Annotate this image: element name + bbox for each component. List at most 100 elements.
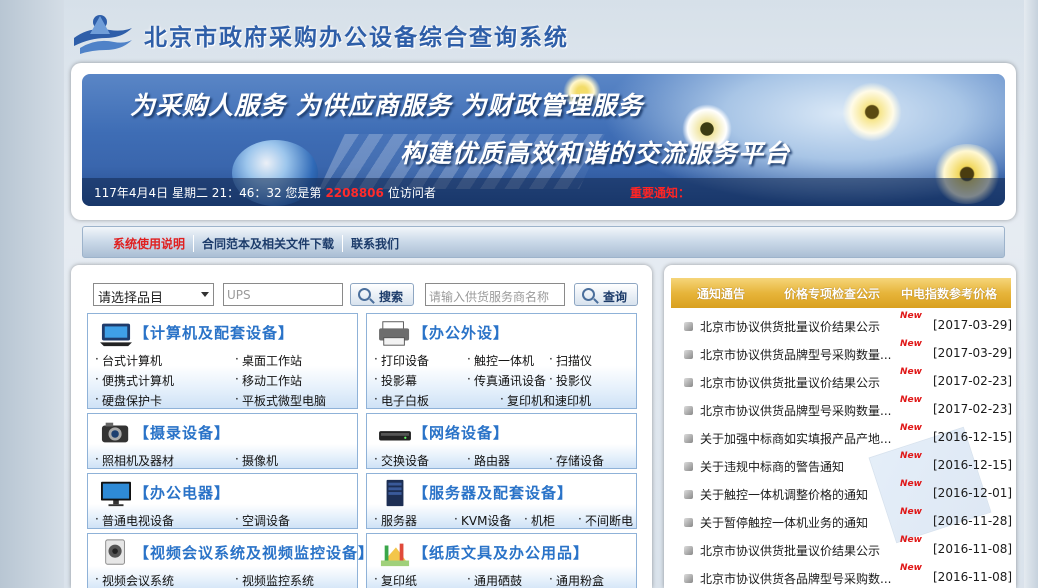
bullet-dot-icon: · <box>374 392 378 406</box>
news-item[interactable]: 北京市协议供货批量议价结果公示 New [2016-11-08] <box>684 535 1012 562</box>
bullet-dot-icon: · <box>467 352 471 366</box>
flower-graphic <box>842 82 902 142</box>
category-link[interactable]: · 通用硒鼓 <box>467 572 522 588</box>
category-link-label: 服务器 <box>381 514 418 528</box>
news-item[interactable]: 北京市协议供货各品牌型号采购数... New [2016-11-08] <box>684 563 1012 588</box>
bullet-dot-icon: · <box>467 372 471 386</box>
category-title[interactable]: 【纸质文具及办公用品】 <box>413 542 589 563</box>
category-card: 【服务器及配套设备】 · 服务器 · KVM设备 · 机柜 · 不间断电 <box>366 473 637 529</box>
news-item[interactable]: 关于违规中标商的警告通知 New [2016-12-15] <box>684 451 1012 478</box>
news-title: 关于加强中标商如实填报产品产地... <box>700 432 892 446</box>
category-card: 【办公外设】 · 打印设备 · 触控一体机 · 扫描仪 · 投影幕 · 传真通讯设备 · 投影仪 · 电子白… <box>366 313 637 409</box>
category-link[interactable]: · 服务器 <box>374 512 418 529</box>
category-link[interactable]: · KVM设备 <box>454 512 511 529</box>
search-button[interactable]: 搜索 <box>350 283 414 306</box>
category-link[interactable]: · 移动工作站 <box>235 372 302 389</box>
category-link[interactable]: · 打印设备 <box>374 352 430 369</box>
news-item[interactable]: 北京市协议供货批量议价结果公示 New [2017-03-29] <box>684 311 1012 338</box>
category-link[interactable]: · 传真通讯设备 <box>467 372 546 389</box>
category-link[interactable]: · 照相机及器材 <box>95 452 174 469</box>
category-title[interactable]: 【摄录设备】 <box>134 422 230 443</box>
category-link-label: 复印机和速印机 <box>507 394 592 408</box>
category-select[interactable]: 请选择品目 <box>93 283 214 306</box>
new-badge: New <box>900 479 922 489</box>
category-link[interactable]: · 桌面工作站 <box>235 352 302 369</box>
bullet-icon <box>684 546 693 555</box>
category-link[interactable]: · 复印机和速印机 <box>500 392 592 409</box>
category-link[interactable]: · 扫描仪 <box>549 352 592 369</box>
category-link[interactable]: · 台式计算机 <box>95 352 162 369</box>
category-link-label: 机柜 <box>531 514 556 528</box>
nav-items: 系统使用说明 合同范本及相关文件下载 联系我们 <box>105 235 407 252</box>
news-item[interactable]: 关于加强中标商如实填报产品产地... New [2016-12-15] <box>684 423 1012 450</box>
bullet-icon <box>684 350 693 359</box>
category-link-label: 交换设备 <box>381 454 430 468</box>
category-title[interactable]: 【办公电器】 <box>134 482 230 503</box>
category-card: 【纸质文具及办公用品】 · 复印纸 · 通用硒鼓 · 通用粉盒 <box>366 533 637 588</box>
visitor-suffix: 位访问者 <box>387 186 436 200</box>
category-card: 【办公电器】 · 普通电视设备 · 空调设备 <box>87 473 358 529</box>
category-link[interactable]: · 视频监控系统 <box>235 572 314 588</box>
category-link[interactable]: · 触控一体机 <box>467 352 534 369</box>
category-link[interactable]: · 平板式微型电脑 <box>235 392 326 409</box>
news-title: 北京市协议供货品牌型号采购数量... <box>700 404 892 418</box>
category-select-value: 请选择品目 <box>98 291 164 306</box>
category-title[interactable]: 【网络设备】 <box>413 422 509 443</box>
category-link[interactable]: · 便携式计算机 <box>95 372 174 389</box>
news-item[interactable]: 北京市协议供货批量议价结果公示 New [2017-02-23] <box>684 367 1012 394</box>
keyword-input[interactable]: UPS <box>223 283 343 306</box>
category-link[interactable]: · 不间断电 <box>578 512 633 529</box>
query-button[interactable]: 查询 <box>574 283 638 306</box>
category-link[interactable]: · 投影幕 <box>374 372 417 389</box>
category-link-label: 路由器 <box>474 454 511 468</box>
top-nav-bar: 系统使用说明 合同范本及相关文件下载 联系我们 <box>82 226 1005 258</box>
category-link[interactable]: · 电子白板 <box>374 392 429 409</box>
new-badge: New <box>900 311 922 321</box>
category-link[interactable]: · 机柜 <box>524 512 556 529</box>
news-item[interactable]: 北京市协议供货品牌型号采购数量... New [2017-03-29] <box>684 339 1012 366</box>
category-title[interactable]: 【服务器及配套设备】 <box>413 482 573 503</box>
category-title[interactable]: 【办公外设】 <box>413 322 509 343</box>
news-item[interactable]: 北京市协议供货品牌型号采购数量... New [2017-02-23] <box>684 395 1012 422</box>
category-link[interactable]: · 视频会议系统 <box>95 572 174 588</box>
new-badge: New <box>900 395 922 405</box>
nav-item-usage-guide[interactable]: 系统使用说明 <box>105 235 193 252</box>
category-link[interactable]: · 通用粉盒 <box>549 572 604 588</box>
category-link[interactable]: · 空调设备 <box>235 512 291 529</box>
category-link[interactable]: · 硬盘保护卡 <box>95 392 162 409</box>
bullet-dot-icon: · <box>95 352 99 366</box>
bullet-dot-icon: · <box>235 572 239 586</box>
news-item[interactable]: 关于暂停触控一体机业务的通知 New [2016-11-28] <box>684 507 1012 534</box>
supplier-name-input[interactable]: 请输入供货服务商名称 <box>425 283 565 306</box>
bullet-dot-icon: · <box>95 452 99 466</box>
news-item[interactable]: 关于触控一体机调整价格的通知 New [2016-12-01] <box>684 479 1012 506</box>
category-link[interactable]: · 投影仪 <box>549 372 592 389</box>
banner-slogan-2: 构建优质高效和谐的交流服务平台 <box>400 139 791 168</box>
category-link[interactable]: · 存储设备 <box>549 452 604 469</box>
category-link[interactable]: · 交换设备 <box>374 452 430 469</box>
nav-item-contract-download[interactable]: 合同范本及相关文件下载 <box>193 235 342 252</box>
news-date: [2017-03-29] <box>933 318 1013 332</box>
category-link-label: 空调设备 <box>242 514 291 528</box>
category-link[interactable]: · 复印纸 <box>374 572 417 588</box>
nav-item-contact-us[interactable]: 联系我们 <box>342 235 407 252</box>
category-title[interactable]: 【计算机及配套设备】 <box>134 322 294 343</box>
category-link[interactable]: · 摄像机 <box>235 452 278 469</box>
bullet-dot-icon: · <box>374 572 378 586</box>
tab-price-inspection[interactable]: 价格专项检查公示 <box>784 285 880 302</box>
category-link[interactable]: · 普通电视设备 <box>95 512 174 529</box>
bullet-dot-icon: · <box>235 352 239 366</box>
category-link[interactable]: · 路由器 <box>467 452 511 469</box>
new-badge: New <box>900 339 922 349</box>
site-logo-icon <box>74 15 132 54</box>
search-icon <box>582 288 595 301</box>
bullet-icon <box>684 518 693 527</box>
category-title[interactable]: 【视频会议系统及视频监控设备】 <box>134 542 374 563</box>
tab-notices[interactable]: 通知通告 <box>697 285 745 302</box>
bullet-icon <box>684 490 693 499</box>
tab-cec-price-index[interactable]: 中电指数参考价格 <box>901 285 997 302</box>
bullet-dot-icon: · <box>549 572 553 586</box>
category-link-label: 打印设备 <box>381 354 430 368</box>
search-button-label: 搜索 <box>379 290 404 304</box>
printer-icon <box>379 321 410 346</box>
